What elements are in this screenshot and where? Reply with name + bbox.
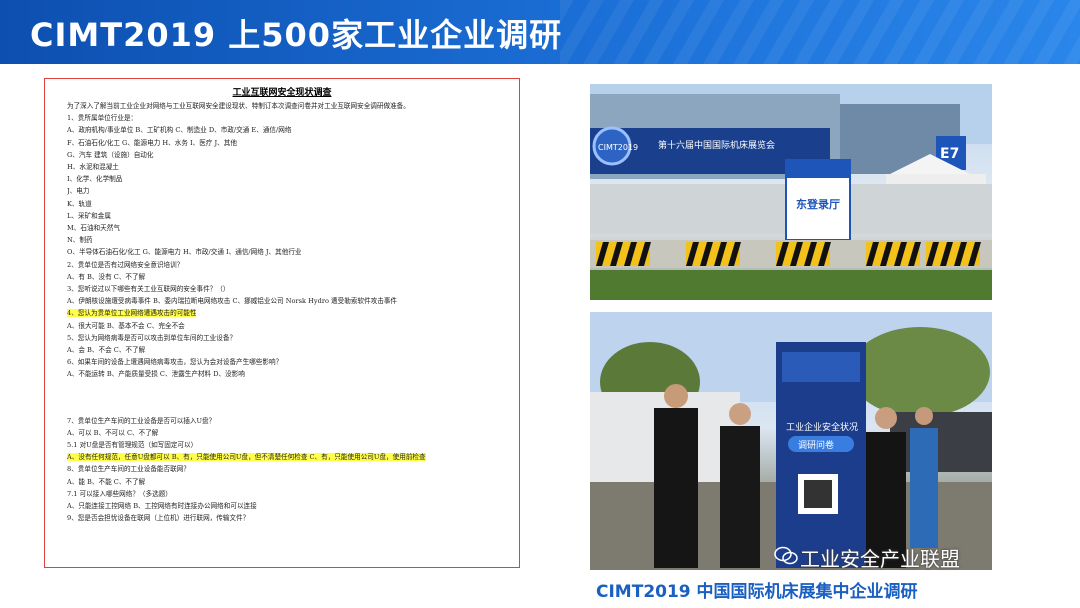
survey-line: 5、您认为网络病毒是否可以攻击到单位车间的工业设备？	[67, 333, 237, 342]
survey-line: A、能 B、不能 C、不了解	[67, 477, 146, 486]
slide-title: CIMT2019 上500家工业企业调研	[30, 16, 563, 54]
survey-line: A、不能运转 B、产能质量受损 C、泄露生产材料 D、没影响	[67, 370, 245, 379]
exhibition-scene: CIMT2019 第十六届中国国际机床展览会 E7 东登录厅	[590, 84, 992, 300]
survey-team-photo: 工业企业安全状况 调研问卷	[590, 312, 992, 570]
survey-line: 1、贵所属单位行业是：	[67, 114, 138, 123]
survey-gap	[67, 381, 509, 415]
survey-line: L、采矿和金属	[67, 211, 111, 220]
survey-line: 为了深入了解当前工业企业对网络与工业互联网安全建设现状、特制订本次调查问卷并对工…	[67, 102, 410, 110]
survey-line: 7.1 可以接入哪些网络？（多选题）	[67, 489, 172, 498]
survey-document: 工业互联网安全现状调查 为了深入了解当前工业企业对网络与工业互联网安全建设现状、…	[44, 78, 520, 568]
survey-line: F、石油石化/化工 G、能源电力 H、水务 I、医疗 J、其他	[67, 138, 237, 147]
survey-line: 4、您认为贵单位工业网络遭遇攻击的可能性	[67, 309, 197, 318]
survey-line: A、只能连接工控网络 B、工控网络有时连接办公网络和可以连接	[67, 502, 257, 511]
rollup-banner-line1: 工业企业安全状况	[786, 421, 858, 433]
watermark-text: 工业安全产业联盟	[800, 547, 960, 571]
survey-lines: 为了深入了解当前工业企业对网络与工业互联网安全建设现状、特制订本次调查问卷并对工…	[45, 98, 519, 525]
survey-line: 9、您是否会担忧设备在联网（上位机）进行联网，传输文件？	[67, 514, 250, 523]
survey-line: 8、贵单位生产车间的工业设备能否联网？	[67, 465, 190, 474]
exhibition-entrance-photo: CIMT2019 第十六届中国国际机床展览会 E7 东登录厅	[590, 84, 992, 300]
survey-line: A、没有任何规范，任意U盘都可以 B、有，只能使用公司U盘，但不清楚任何检查 C…	[67, 453, 426, 462]
survey-line: G、汽车 建筑（设施）自动化	[67, 150, 154, 159]
survey-line: N、制药	[67, 236, 93, 245]
expo-sign-text: 第十六届中国国际机床展览会	[658, 139, 775, 151]
wechat-icon	[774, 546, 798, 565]
survey-line: A、很大可能 B、基本不会 C、完全不会	[67, 321, 185, 330]
survey-line: M、石油和天然气	[67, 224, 120, 233]
survey-line: A、可以 B、不可以 C、不了解	[67, 428, 159, 437]
survey-line: 7、贵单位生产车间的工业设备是否可以插入U盘？	[67, 416, 216, 425]
title-banner: CIMT2019 上500家工业企业调研	[0, 0, 1080, 64]
survey-line: 3、您听说过以下哪些有关工业互联网的安全事件？（）	[67, 285, 230, 294]
survey-line: I、化学、化学制品	[67, 175, 123, 184]
hall-sign-text: E7	[940, 146, 959, 162]
survey-line: 2、贵单位是否有过网络安全意识培训？	[67, 260, 184, 269]
survey-title: 工业互联网安全现状调查	[232, 88, 332, 98]
survey-line: 6、如果车间的设备上遭遇网络病毒攻击，您认为会对设备产生哪些影响？	[67, 358, 283, 367]
photo-caption: CIMT2019 中国国际机床展集中企业调研	[596, 582, 918, 602]
team-scene: 工业企业安全状况 调研问卷	[590, 312, 992, 570]
cimt-logo-text: CIMT2019	[598, 143, 638, 152]
survey-line: A、会 B、不会 C、不了解	[67, 346, 146, 355]
survey-line: J、电力	[67, 187, 90, 196]
rollup-banner-line2: 调研问卷	[798, 439, 834, 451]
survey-line: H、水泥和混凝土	[67, 163, 119, 172]
survey-line: A、政府机构/事业单位 B、工矿机构 C、制造业 D、市政/交通 E、通信/网络	[67, 126, 292, 135]
survey-line: O、半导体石油石化/化工 G、能源电力 H、市政/交通 I、通信/网络 J、其他…	[67, 248, 302, 257]
survey-line: A、有 B、没有 C、不了解	[67, 272, 146, 281]
survey-line: K、轨道	[67, 199, 92, 208]
entrance-sign-text: 东登录厅	[796, 197, 840, 211]
survey-line: A、伊朗核设施遭受病毒事件 B、委内瑞拉断电网络攻击 C、挪威铝业公司 Nors…	[67, 297, 397, 306]
survey-line: 5.1 对U盘是否有管理规范（如写固定可以）	[67, 441, 198, 450]
